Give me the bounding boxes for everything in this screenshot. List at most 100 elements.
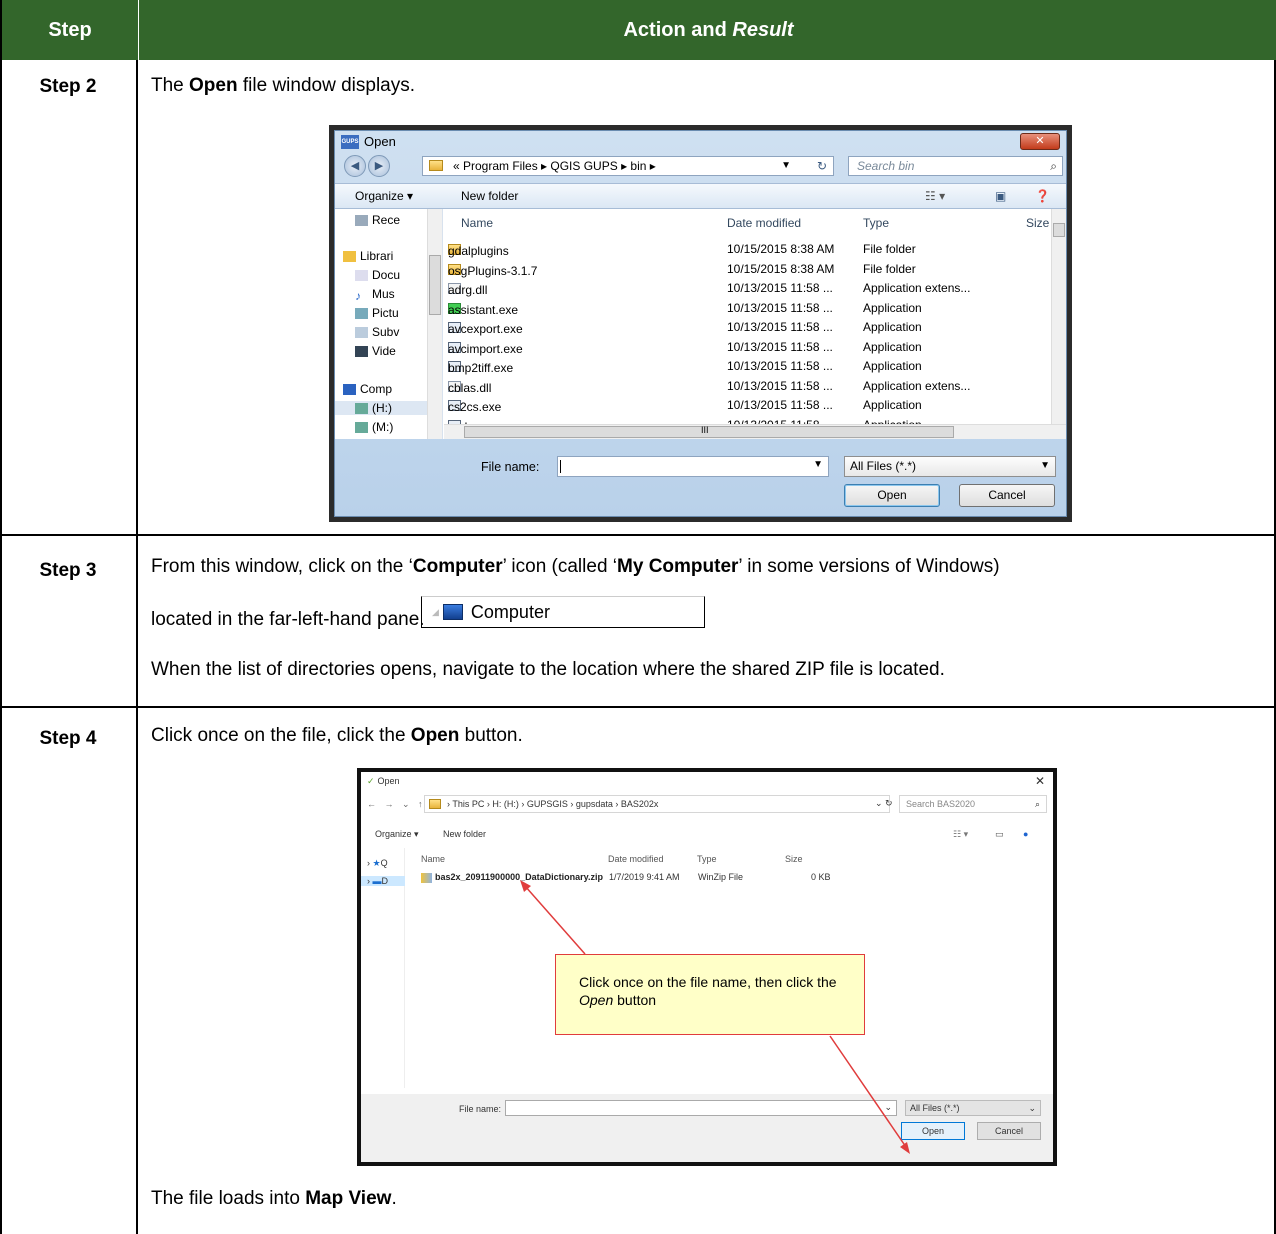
column-header-name[interactable]: Name [461, 216, 493, 230]
search-input[interactable]: Search BAS2020 ⌕ [899, 795, 1047, 813]
nav-item-music[interactable]: ♪ Mus [355, 287, 395, 303]
help-icon[interactable]: ● [1023, 829, 1028, 839]
nav-item-videos[interactable]: Vide [355, 344, 396, 358]
chevron-down-icon[interactable]: ▼ [781, 157, 791, 175]
expand-arrow-icon: ◢ [432, 606, 439, 617]
file-date: 10/13/2015 11:58 ... [727, 300, 833, 315]
text-cursor [560, 460, 561, 473]
result-pre: The file loads into [151, 1188, 306, 1209]
view-icon[interactable]: ☷ ▾ [925, 189, 945, 203]
zip-icon [421, 872, 432, 883]
file-row[interactable]: gdalplugins 10/15/2015 8:38 AM File folder [444, 240, 1050, 259]
nav-item-desktop[interactable]: › ▬D [361, 876, 405, 886]
organize-button[interactable]: Organize ▾ [355, 189, 413, 203]
file-row[interactable]: avcexport.exe 10/13/2015 11:58 ... Applica… [444, 318, 1050, 337]
horizontal-scrollbar[interactable]: III [444, 424, 1066, 439]
column-header-date[interactable]: Date modified [727, 216, 801, 230]
filetype-select[interactable]: All Files (*.*) ⌄ [905, 1100, 1041, 1116]
file-type: Application [863, 398, 922, 412]
open-button[interactable]: Open [901, 1122, 965, 1140]
file-row[interactable]: avcimport.exe 10/13/2015 11:58 ... Applica… [444, 338, 1050, 357]
column-header-name[interactable]: Name [421, 854, 445, 864]
close-icon[interactable]: ✕ [1035, 774, 1045, 788]
network-drive-icon [355, 422, 368, 434]
open-button[interactable]: Open [844, 484, 940, 507]
nav-item-subversion[interactable]: Subv [355, 325, 399, 339]
search-icon: ⌕ [1050, 159, 1057, 173]
column-header-size[interactable]: Size [785, 854, 803, 864]
file-date: 10/13/2015 11:58 ... [727, 398, 833, 412]
chevron-down-icon[interactable]: ⌄ [875, 798, 883, 809]
refresh-icon[interactable]: ↻ [817, 157, 827, 175]
column-header-size[interactable]: Size [1026, 216, 1049, 230]
file-name: adrg.dll [448, 283, 488, 297]
view-icon[interactable]: ☷ ▾ [953, 829, 968, 840]
qgis-logo-icon: ✓ [367, 776, 375, 786]
cancel-button[interactable]: Cancel [977, 1122, 1041, 1140]
file-row[interactable]: cblas.dll 10/13/2015 11:58 ... Application… [444, 377, 1050, 396]
scroll-thumb[interactable] [429, 255, 441, 315]
dialog-title-text: Open [364, 134, 396, 149]
column-header-date[interactable]: Date modified [608, 854, 664, 864]
filetype-value: All Files (*.*) [910, 1103, 960, 1113]
file-list-scrollbar[interactable] [1051, 209, 1066, 424]
preview-pane-icon[interactable]: ▭ [995, 829, 1004, 840]
file-row[interactable]: bmp2tiff.exe 10/13/2015 11:58 ... Applicat… [444, 357, 1050, 376]
filename-input[interactable]: ⌄ [505, 1100, 897, 1116]
close-button[interactable]: ✕ [1020, 133, 1060, 150]
header-result-label: Result [732, 18, 794, 41]
back-arrow-icon[interactable]: ◀ [344, 155, 366, 177]
address-bar[interactable]: « Program Files ▸ QGIS GUPS ▸ bin ▸ ▼ ↻ [422, 156, 834, 176]
organize-button[interactable]: Organize ▾ [375, 829, 419, 840]
file-row[interactable]: assistant.exe 10/13/2015 11:58 ... Applica… [444, 299, 1050, 318]
file-name: bas2x_20911900000_DataDictionary.zip [435, 872, 603, 882]
search-input[interactable]: Search bin ⌕ [848, 156, 1063, 176]
new-folder-button[interactable]: New folder [461, 189, 518, 203]
result-post: . [391, 1188, 397, 1209]
file-row[interactable]: adrg.dll 10/13/2015 11:58 ... Application … [444, 279, 1050, 298]
nav-item-label: (H:) [372, 401, 392, 415]
step-2-label: Step 2 [39, 76, 97, 97]
videos-icon [355, 346, 368, 358]
nav-item-drive-m[interactable]: (M:) [355, 420, 393, 434]
address-bar[interactable]: › This PC › H: (H:) › GUPSGIS › gupsdata… [424, 795, 890, 813]
scroll-grip: III [701, 425, 709, 435]
file-row[interactable]: cs2cs.exe 10/13/2015 11:58 ... Application [444, 396, 1050, 415]
nav-item-libraries[interactable]: Librari [343, 249, 393, 263]
preview-pane-icon[interactable]: ▣ [995, 189, 1006, 203]
subversion-icon [355, 327, 368, 339]
address-path: › This PC › H: (H:) › GUPSGIS › gupsdata… [447, 799, 659, 809]
scroll-thumb[interactable]: III [464, 425, 954, 438]
chevron-down-icon[interactable]: ⌄ [884, 1102, 892, 1113]
nav-arrows[interactable]: ← → ⌄ ↑ [367, 799, 426, 810]
file-row[interactable]: bas2x_20911900000_DataDictionary.zip [421, 872, 603, 883]
nav-item-documents[interactable]: Docu [355, 268, 400, 282]
new-folder-button[interactable]: New folder [443, 829, 486, 839]
navigation-pane: Rece Librari Docu ♪ Mus Pictu Subv Vide C… [335, 209, 443, 439]
refresh-icon[interactable]: ↻ [885, 798, 893, 809]
file-date: 1/7/2019 9:41 AM [609, 872, 680, 882]
filename-input[interactable]: ▼ [557, 456, 829, 477]
help-icon[interactable]: ❓ [1035, 189, 1050, 203]
step-3-pre: From this window, click on the ‘ [151, 556, 413, 577]
nav-item-quick-access[interactable]: › ★Q [367, 858, 388, 869]
forward-arrow-icon[interactable]: ▶ [368, 155, 390, 177]
nav-item-computer[interactable]: Comp [343, 382, 392, 396]
filetype-select[interactable]: All Files (*.*) ▼ [844, 456, 1056, 477]
file-name: bmp2tiff.exe [448, 361, 514, 375]
computer-icon [442, 604, 463, 620]
cancel-button[interactable]: Cancel [959, 484, 1055, 507]
nav-item-label: Docu [372, 268, 401, 282]
nav-scrollbar[interactable] [427, 209, 442, 439]
scroll-thumb[interactable] [1053, 223, 1065, 237]
column-header-type[interactable]: Type [863, 216, 889, 230]
nav-item-drive-h[interactable]: (H:) [335, 401, 427, 415]
nav-item-recent[interactable]: Rece [355, 213, 400, 227]
step-4-pre: Click once on the file, click the [151, 725, 411, 746]
column-header-type[interactable]: Type [697, 854, 717, 864]
file-row[interactable]: osgPlugins-3.1.7 10/15/2015 8:38 AM File f… [444, 260, 1050, 279]
chevron-down-icon[interactable]: ▼ [813, 459, 823, 470]
file-name: cs2cs.exe [448, 400, 502, 414]
nav-item-pictures[interactable]: Pictu [355, 306, 399, 320]
step-4-bold: Open [410, 725, 460, 746]
